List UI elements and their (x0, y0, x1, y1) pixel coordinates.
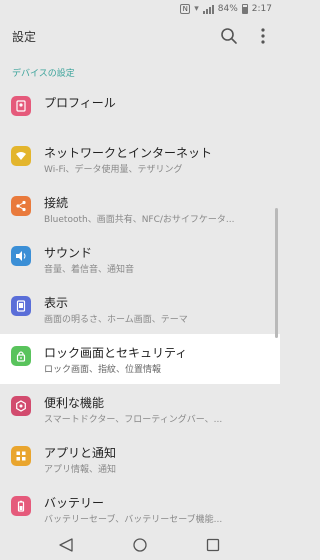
wifi-status-icon: ▾ (194, 4, 199, 14)
item-subtitle: アプリ情報、通知 (44, 465, 117, 475)
status-bar: N ▾ 84% 2:17 (0, 0, 280, 18)
profile-icon (11, 96, 31, 116)
item-title: ロック画面とセキュリティ (44, 346, 188, 360)
signal-icon (202, 4, 214, 14)
settings-item-profile[interactable]: プロフィール (0, 84, 280, 134)
status-icons: N ▾ 84% 2:17 (180, 3, 272, 15)
share-icon (11, 196, 31, 216)
clock: 2:17 (251, 4, 272, 14)
more-vert-icon[interactable] (258, 27, 268, 45)
item-subtitle: バッテリーセーブ、バッテリーセーブ機能... (44, 515, 223, 525)
settings-item-lock-security[interactable]: ロック画面とセキュリティ ロック画面、指紋、位置情報 (0, 334, 280, 384)
item-title: 便利な機能 (44, 396, 105, 410)
section-header: デバイスの設定 (12, 69, 75, 79)
item-title: プロフィール (44, 96, 116, 110)
item-subtitle: 音量、着信音、通知音 (44, 265, 135, 275)
item-title: ネットワークとインターネット (44, 146, 213, 160)
settings-item-useful-features[interactable]: 便利な機能 スマートドクター、フローティングバー、... (0, 384, 280, 434)
item-title: サウンド (44, 246, 93, 260)
item-title: 接続 (44, 196, 69, 210)
speaker-icon (11, 246, 31, 266)
page-title: 設定 (12, 30, 37, 44)
scrollbar[interactable] (275, 208, 278, 338)
settings-item-apps-notifications[interactable]: アプリと通知 アプリ情報、通知 (0, 434, 280, 484)
item-title: バッテリー (44, 496, 105, 510)
battery-icon (11, 496, 31, 516)
navigation-bar (0, 530, 280, 560)
gear-icon (11, 396, 31, 416)
settings-item-network[interactable]: ネットワークとインターネット Wi-Fi、データ使用量、テザリング (0, 134, 280, 184)
item-subtitle: Wi-Fi、データ使用量、テザリング (44, 165, 183, 175)
item-title: アプリと通知 (44, 446, 117, 460)
nfc-icon: N (180, 4, 191, 14)
item-subtitle: Bluetooth、画面共有、NFC/おサイフケータ... (44, 215, 235, 225)
apps-icon (11, 446, 31, 466)
wifi-icon (11, 146, 31, 166)
home-icon[interactable] (132, 537, 148, 553)
settings-item-connection[interactable]: 接続 Bluetooth、画面共有、NFC/おサイフケータ... (0, 184, 280, 234)
item-subtitle: スマートドクター、フローティングバー、... (44, 415, 223, 425)
settings-item-sound[interactable]: サウンド 音量、着信音、通知音 (0, 234, 280, 284)
app-bar: 設定 (0, 18, 280, 56)
recent-apps-icon[interactable] (206, 538, 220, 552)
back-icon[interactable] (58, 538, 74, 552)
item-subtitle: ロック画面、指紋、位置情報 (44, 365, 162, 375)
item-title: 表示 (44, 296, 69, 310)
item-subtitle: 画面の明るさ、ホーム画面、テーマ (44, 315, 188, 325)
settings-item-battery[interactable]: バッテリー バッテリーセーブ、バッテリーセーブ機能... (0, 484, 280, 534)
display-icon (11, 296, 31, 316)
battery-status-icon (241, 4, 248, 14)
search-icon[interactable] (220, 27, 238, 45)
settings-list: プロフィール ネットワークとインターネット Wi-Fi、データ使用量、テザリング… (0, 84, 280, 534)
settings-item-display[interactable]: 表示 画面の明るさ、ホーム画面、テーマ (0, 284, 280, 334)
battery-percent: 84% (217, 4, 238, 14)
lock-icon (11, 346, 31, 366)
